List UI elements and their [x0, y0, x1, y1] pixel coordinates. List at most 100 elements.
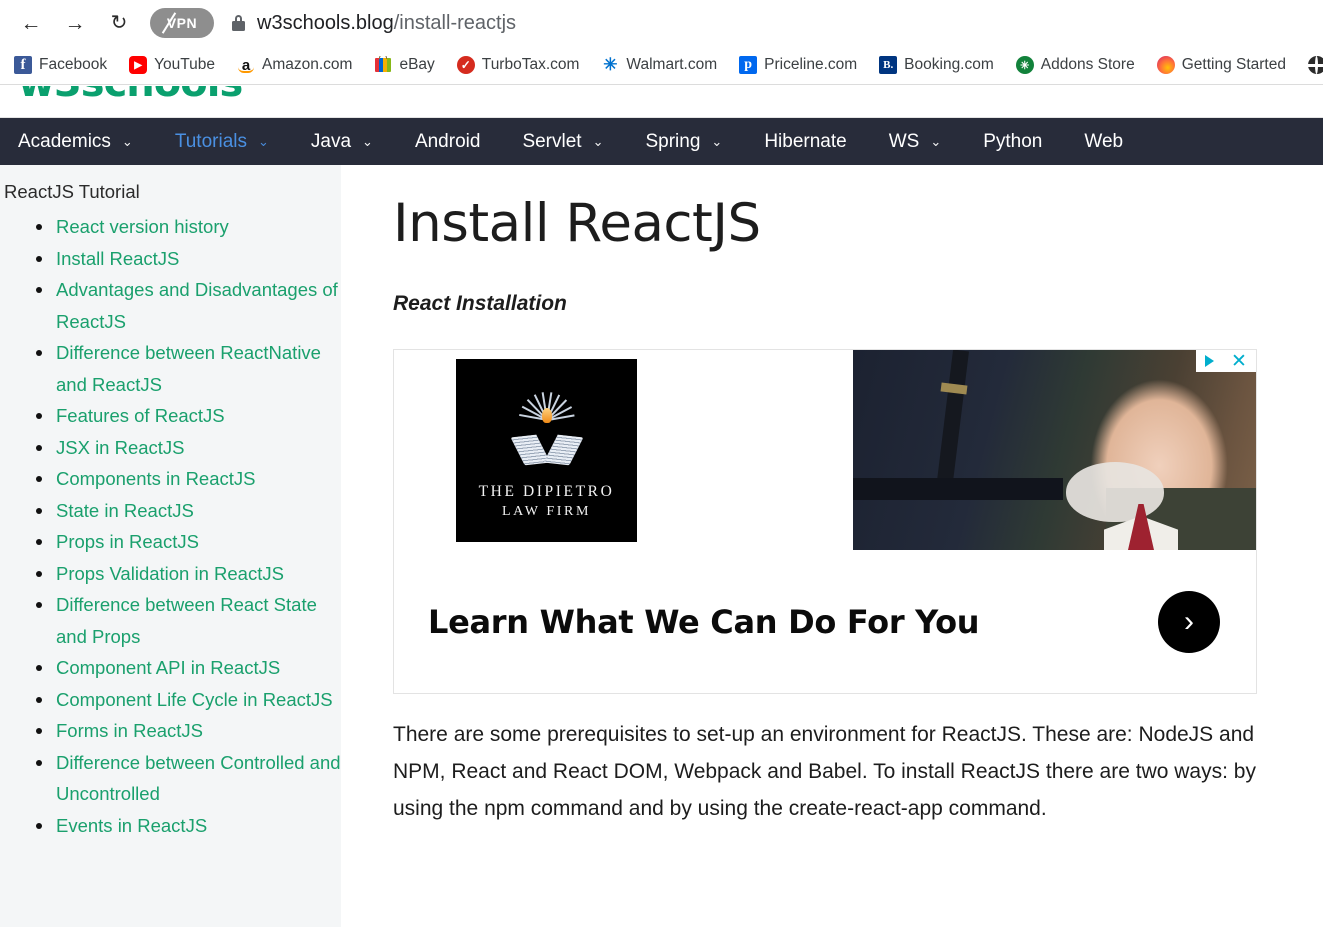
- sidebar-item-components-in-reactjs[interactable]: Components in ReactJS: [30, 463, 341, 495]
- priceline-icon: p: [739, 56, 758, 74]
- globe-icon: [1307, 56, 1323, 74]
- addons-icon: ✳: [1015, 56, 1034, 74]
- web-page: w3schools Academics ⌄ Tutorials ⌄ Java ⌄ Andro…: [0, 86, 1323, 927]
- nav-item-web[interactable]: Web: [1084, 131, 1123, 153]
- sidebar-item-install-reactjs[interactable]: Install ReactJS: [30, 243, 341, 275]
- sidebar-item-difference-between-controlled-and-uncontrolled[interactable]: Difference between Controlled and Uncont…: [30, 747, 341, 810]
- sidebar-item-component-api-in-reactjs[interactable]: Component API in ReactJS: [30, 652, 341, 684]
- site-logo[interactable]: w3schools: [18, 86, 243, 106]
- booking-icon: B.: [879, 56, 898, 74]
- bookmark-walmart-com[interactable]: ✳ Walmart.com: [601, 56, 717, 74]
- site-header: w3schools: [0, 86, 1323, 118]
- sidebar-item-forms-in-reactjs[interactable]: Forms in ReactJS: [30, 715, 341, 747]
- sidebar-item-difference-between-reactnative-and-reactjs[interactable]: Difference between ReactNative and React…: [30, 337, 341, 400]
- nav-item-hibernate[interactable]: Hibernate: [764, 131, 846, 153]
- vpn-badge[interactable]: VPN: [150, 8, 214, 38]
- sidebar-item-react-version-history[interactable]: React version history: [30, 211, 341, 243]
- flame-icon: [541, 407, 552, 423]
- chevron-down-icon: ⌄: [362, 133, 373, 149]
- amazon-icon: a: [237, 56, 255, 74]
- book-icon: [510, 434, 583, 466]
- nav-item-label: WS: [888, 130, 920, 152]
- bookmark-label: Walmart.com: [626, 56, 718, 73]
- bookmark-label: Amazon.com: [262, 56, 353, 73]
- bookmark-ebay[interactable]: eBay: [374, 56, 435, 74]
- chevron-down-icon: ⌄: [257, 133, 269, 149]
- advertisement[interactable]: THE DIPIETRO LAW FIRM ✕ Learn What We Ca…: [393, 349, 1257, 694]
- content-area: ReactJS Tutorial React version history In…: [0, 165, 1323, 927]
- nav-item-java[interactable]: Java ⌄: [311, 131, 373, 153]
- bookmark-amazon-com[interactable]: a Amazon.com: [237, 56, 352, 74]
- nav-item-spring[interactable]: Spring ⌄: [645, 131, 722, 153]
- nav-item-python[interactable]: Python: [983, 131, 1042, 153]
- chevron-down-icon: ⌄: [711, 133, 723, 149]
- bookmarks-bar: f Facebook ▶ YouTube a Amazon.com eBay ✓ TurboTa…: [0, 46, 1323, 85]
- nav-item-servlet[interactable]: Servlet ⌄: [522, 131, 603, 153]
- nav-item-ws[interactable]: WS ⌄: [889, 131, 942, 153]
- sidebar-item-advantages-and-disadvantages-of-reactjs[interactable]: Advantages and Disadvantages of ReactJS: [30, 274, 341, 337]
- ad-headline: Learn What We Can Do For You: [428, 602, 980, 641]
- nav-item-android[interactable]: Android: [415, 131, 481, 153]
- sidebar-item-jsx-in-reactjs[interactable]: JSX in ReactJS: [30, 432, 341, 464]
- ad-next-arrow-button[interactable]: ›: [1158, 590, 1220, 653]
- section-subtitle: React Installation: [393, 292, 567, 315]
- bookmark-label: eBay: [399, 56, 435, 73]
- bookmark-facebook[interactable]: f Facebook: [14, 56, 107, 74]
- chevron-down-icon: ⌄: [592, 133, 604, 149]
- body-paragraph: There are some prerequisites to set-up a…: [393, 723, 1256, 820]
- sidebar-list: React version history Install ReactJS Adva…: [0, 211, 341, 841]
- sidebar-item-component-life-cycle-in-reactjs[interactable]: Component Life Cycle in ReactJS: [30, 684, 341, 716]
- bookmark-booking-com[interactable]: B. Booking.com: [879, 56, 994, 74]
- forward-icon[interactable]: →: [58, 6, 92, 40]
- sidebar-item-state-in-reactjs[interactable]: State in ReactJS: [30, 495, 341, 527]
- bookmark-addons-store[interactable]: ✳ Addons Store: [1015, 56, 1135, 74]
- adchoices-icon[interactable]: [1196, 350, 1222, 372]
- ad-photo: [853, 350, 1256, 550]
- nav-item-label: Hibernate: [764, 130, 847, 152]
- url-path: /install-reactjs: [393, 11, 517, 34]
- ebay-icon: [374, 56, 393, 74]
- sidebar-item-features-of-reactjs[interactable]: Features of ReactJS: [30, 400, 341, 432]
- bookmark-label: YouTube: [154, 56, 215, 73]
- lock-icon[interactable]: [232, 15, 245, 31]
- back-icon[interactable]: ←: [14, 6, 48, 40]
- chevron-down-icon: ⌄: [930, 133, 942, 149]
- close-icon[interactable]: ✕: [1222, 350, 1256, 372]
- sidebar-item-difference-between-react-state-and-props[interactable]: Difference between React State and Props: [30, 589, 341, 652]
- nav-item-label: Web: [1084, 130, 1124, 152]
- youtube-icon: ▶: [129, 56, 148, 74]
- ad-brand-line2: LAW FIRM: [501, 504, 592, 519]
- main-content: Install ReactJS React Installation THE D…: [341, 165, 1323, 927]
- bookmark-label: Facebook: [39, 56, 108, 73]
- facebook-icon: f: [14, 56, 32, 74]
- bookmark-priceline-com[interactable]: p Priceline.com: [739, 56, 857, 74]
- reload-icon[interactable]: ↻: [102, 6, 136, 40]
- nav-item-label: Spring: [645, 130, 701, 152]
- nav-item-label: Android: [414, 130, 481, 152]
- nav-item-label: Servlet: [522, 130, 582, 152]
- sidebar-item-props-in-reactjs[interactable]: Props in ReactJS: [30, 526, 341, 558]
- ad-advertiser-logo: THE DIPIETRO LAW FIRM: [456, 359, 637, 542]
- nav-item-tutorials[interactable]: Tutorials ⌄: [175, 131, 269, 153]
- sidebar-item-events-in-reactjs[interactable]: Events in ReactJS: [30, 810, 341, 842]
- nav-item-label: Academics: [18, 130, 111, 152]
- ad-brand-line1: THE DIPIETRO: [478, 482, 615, 500]
- url-domain: w3schools.blog: [257, 11, 394, 34]
- browser-chrome: ← → ↻ VPN w3schools.blog/install-reactjs…: [0, 0, 1323, 86]
- chevron-down-icon: ⌄: [121, 133, 133, 149]
- address-bar-url[interactable]: w3schools.blog/install-reactjs: [257, 12, 516, 35]
- bookmark-getting-started[interactable]: Getting Started: [1156, 56, 1286, 74]
- browser-toolbar: ← → ↻ VPN w3schools.blog/install-reactjs: [0, 0, 1323, 46]
- bookmark-turbotax-com[interactable]: ✓ TurboTax.com: [456, 56, 579, 74]
- bookmark-globe-icon[interactable]: [1307, 56, 1323, 74]
- nav-item-label: Tutorials: [174, 130, 247, 152]
- sidebar-item-props-validation-in-reactjs[interactable]: Props Validation in ReactJS: [30, 558, 341, 590]
- bookmark-youtube[interactable]: ▶ YouTube: [129, 56, 215, 74]
- nav-item-label: Java: [310, 130, 352, 152]
- site-main-nav: Academics ⌄ Tutorials ⌄ Java ⌄ Android Servlet ⌄…: [0, 118, 1323, 165]
- ad-bottom-region: Learn What We Can Do For You ›: [394, 550, 1256, 693]
- page-title: Install ReactJS: [393, 193, 761, 254]
- ad-top-region: THE DIPIETRO LAW FIRM ✕: [394, 350, 1256, 550]
- bookmark-label: Booking.com: [904, 56, 994, 73]
- nav-item-academics[interactable]: Academics ⌄: [18, 131, 133, 153]
